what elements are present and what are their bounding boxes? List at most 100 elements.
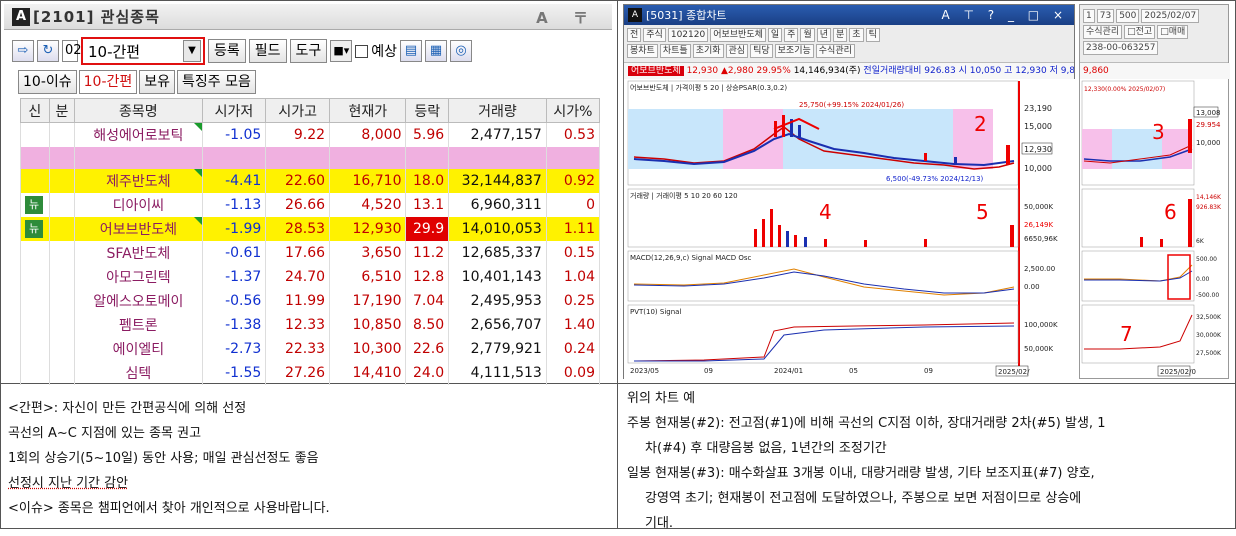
chart-toolbar-btn[interactable]: 일 <box>768 28 782 42</box>
cell-new <box>21 123 50 147</box>
table-row[interactable]: 아모그린텍 -1.37 24.70 6,510 12.8 10,401,143 1.04 <box>21 265 600 289</box>
col-volume[interactable]: 거래량 <box>449 99 547 123</box>
table-row[interactable]: 에이엘티 -2.73 22.33 10,300 22.6 2,779,921 0.24 <box>21 337 600 361</box>
cell-pct: 0.09 <box>546 361 599 385</box>
field-button[interactable]: 필드 <box>249 39 287 63</box>
cell-price: 3,650 <box>330 241 406 265</box>
note-right-4: 일봉 현재봉(#3): 매수화살표 3개봉 이내, 대량거래량 발생, 기타 보… <box>627 461 1227 486</box>
chevron-down-icon[interactable]: ▼ <box>183 40 201 62</box>
chart-toolbar-btn[interactable]: 틱 <box>866 28 880 42</box>
chart-toolbar-btn[interactable]: 주식 <box>643 28 666 42</box>
tab-featured[interactable]: 특징주 모음 <box>177 70 256 94</box>
col-open-high[interactable]: 시가고 <box>266 99 330 123</box>
col-new[interactable]: 신 <box>21 99 50 123</box>
tab-holdings[interactable]: 보유 <box>139 70 175 94</box>
export-icon[interactable]: ⇨ <box>12 40 34 62</box>
x-tick-1: 09 <box>704 367 713 375</box>
table-row[interactable]: 해성에어로보틱 -1.05 9.22 8,000 5.96 2,477,157 0.53 <box>21 123 600 147</box>
cell-c2: 17.66 <box>266 241 330 265</box>
cell-new <box>21 337 50 361</box>
window-controls[interactable]: A 〒 <box>536 7 598 28</box>
chart-toolbar-btn[interactable]: 초기화 <box>693 44 724 58</box>
cell-price: 6,510 <box>330 265 406 289</box>
table-row[interactable]: 심텍 -1.55 27.26 14,410 24.0 4,111,513 0.09 <box>21 361 600 385</box>
table-row[interactable]: 뉴 어보브반도체 -1.99 28.53 12,930 29.9 14,010,053 1.1… <box>21 217 600 241</box>
cell-c2: 22.33 <box>266 337 330 361</box>
cell-vol: 12,685,337 <box>449 241 547 265</box>
window-title: [2101] 관심종목 <box>33 6 160 27</box>
cell-vol: 32,144,837 <box>449 169 547 193</box>
globe-icon[interactable]: ◎ <box>450 40 472 62</box>
chart-toolbar-btn[interactable]: 월 <box>800 28 814 42</box>
chart-toolbar-btn[interactable]: 102120 <box>668 28 708 42</box>
chart-toolbar-btn[interactable]: 차트틀 <box>660 44 691 58</box>
cell-pct: 0.24 <box>546 337 599 361</box>
window-controls[interactable]: A ⊤ ? _ □ × <box>942 8 1069 22</box>
chart-toolbar-btn[interactable]: 봉차트 <box>627 44 658 58</box>
daily-date[interactable]: 2025/02/07 <box>1141 9 1199 23</box>
grid-icon[interactable]: ▦ <box>425 40 447 62</box>
register-button[interactable]: 등록 <box>208 39 246 63</box>
preview-checkbox[interactable]: 예상 <box>355 41 397 61</box>
tool-button[interactable]: 도구 <box>290 39 328 63</box>
refresh-icon[interactable]: ↻ <box>37 40 59 62</box>
cell-vol: 14,010,053 <box>449 217 547 241</box>
daily-chart-svg: 12,330(0.00% 2025/02/07) 3 13,008 29.954… <box>1080 79 1230 380</box>
x-tick-4: 09 <box>924 367 933 375</box>
pvt-tick-1: 50,000K <box>1024 345 1053 353</box>
chart-toolbar-btn[interactable]: 보조기능 <box>775 44 814 58</box>
color-picker-icon[interactable]: ■▾ <box>330 40 352 62</box>
cell-vol: 2,779,921 <box>449 337 547 361</box>
chart-toolbar-btn[interactable]: 주 <box>784 28 798 42</box>
group-select[interactable]: 10-간편 ▼ <box>81 37 205 65</box>
annotation-4: 4 <box>819 200 832 224</box>
col-open-pct[interactable]: 시가% <box>546 99 599 123</box>
tab-issue[interactable]: 10-이슈 <box>18 70 77 94</box>
table-row[interactable] <box>21 147 600 169</box>
chart-toolbar-btn[interactable]: 관심 <box>726 44 749 58</box>
col-open-low[interactable]: 시가저 <box>202 99 266 123</box>
chart-toolbar-btn[interactable]: 초 <box>849 28 863 42</box>
cell-div <box>49 361 74 385</box>
price-tick-2: 12,930 <box>1024 145 1052 154</box>
daily-vol-tick-0: 14,146K <box>1196 194 1222 201</box>
checkbox-icon[interactable] <box>355 45 368 58</box>
chart-toolbar-btn[interactable]: 틱당 <box>750 44 773 58</box>
daily-chart-body: 12,330(0.00% 2025/02/07) 3 13,008 29.954… <box>1080 79 1230 380</box>
stock-name-badge[interactable]: 어보브반도체 <box>628 66 684 76</box>
tab-simple[interactable]: 10-간편 <box>79 70 138 94</box>
chart-toolbar-btn[interactable]: 분 <box>833 28 847 42</box>
chart-info-bar: 어보브반도체 12,930 ▲2,980 29.95% 14,146,934(주… <box>624 63 1074 79</box>
table-row[interactable]: 제주반도체 -4.41 22.60 16,710 18.0 32,144,837 0.92 <box>21 169 600 193</box>
chart-toolbar-btn[interactable]: 수식관리 <box>816 44 855 58</box>
chart-toolbar-btn[interactable]: 년 <box>817 28 831 42</box>
col-change[interactable]: 등락 <box>406 99 449 123</box>
cell-c2 <box>266 147 330 169</box>
notes-right: 위의 차트 예 주봉 현재봉(#2): 전고점(#1)에 비해 곡선의 C지점 … <box>627 386 1227 536</box>
cell-c1: -1.37 <box>202 265 266 289</box>
group-code-field[interactable]: 02 <box>62 40 78 62</box>
layout-icon[interactable]: ▤ <box>400 40 422 62</box>
table-row[interactable]: 뉴 디아이씨 -1.13 26.66 4,520 13.1 6,960,311 0 <box>21 193 600 217</box>
cell-vol: 4,111,513 <box>449 361 547 385</box>
chart-screenshot: A [5031] 종합차트 A ⊤ ? _ □ × 전 주식 102120 어보브반도… <box>623 4 1229 379</box>
daily-price-tick-0: 13,008 <box>1196 109 1221 117</box>
chart-toolbar-btn[interactable]: 어보브반도체 <box>710 28 766 42</box>
cell-pct: 1.40 <box>546 313 599 337</box>
pvt-tick-0: 100,000K <box>1024 321 1058 329</box>
table-row[interactable]: SFA반도체 -0.61 17.66 3,650 11.2 12,685,337 0.15 <box>21 241 600 265</box>
col-name[interactable]: 종목명 <box>75 99 202 123</box>
cell-chg: 13.1 <box>406 193 449 217</box>
cell-name: 아모그린텍 <box>75 265 202 289</box>
daily-macd-tick-0: 500.00 <box>1196 256 1217 263</box>
table-row[interactable]: 펨트론 -1.38 12.33 10,850 8.50 2,656,707 1.40 <box>21 313 600 337</box>
chart-toolbar-btn[interactable]: 전 <box>627 28 641 42</box>
col-div[interactable]: 분 <box>49 99 74 123</box>
col-price[interactable]: 현재가 <box>330 99 406 123</box>
cell-price: 14,410 <box>330 361 406 385</box>
table-row[interactable]: 알에스오토메이 -0.56 11.99 17,190 7.04 2,495,953 0.25 <box>21 289 600 313</box>
cell-price: 10,850 <box>330 313 406 337</box>
cell-price: 4,520 <box>330 193 406 217</box>
cell-div <box>49 313 74 337</box>
cell-vol: 2,477,157 <box>449 123 547 147</box>
